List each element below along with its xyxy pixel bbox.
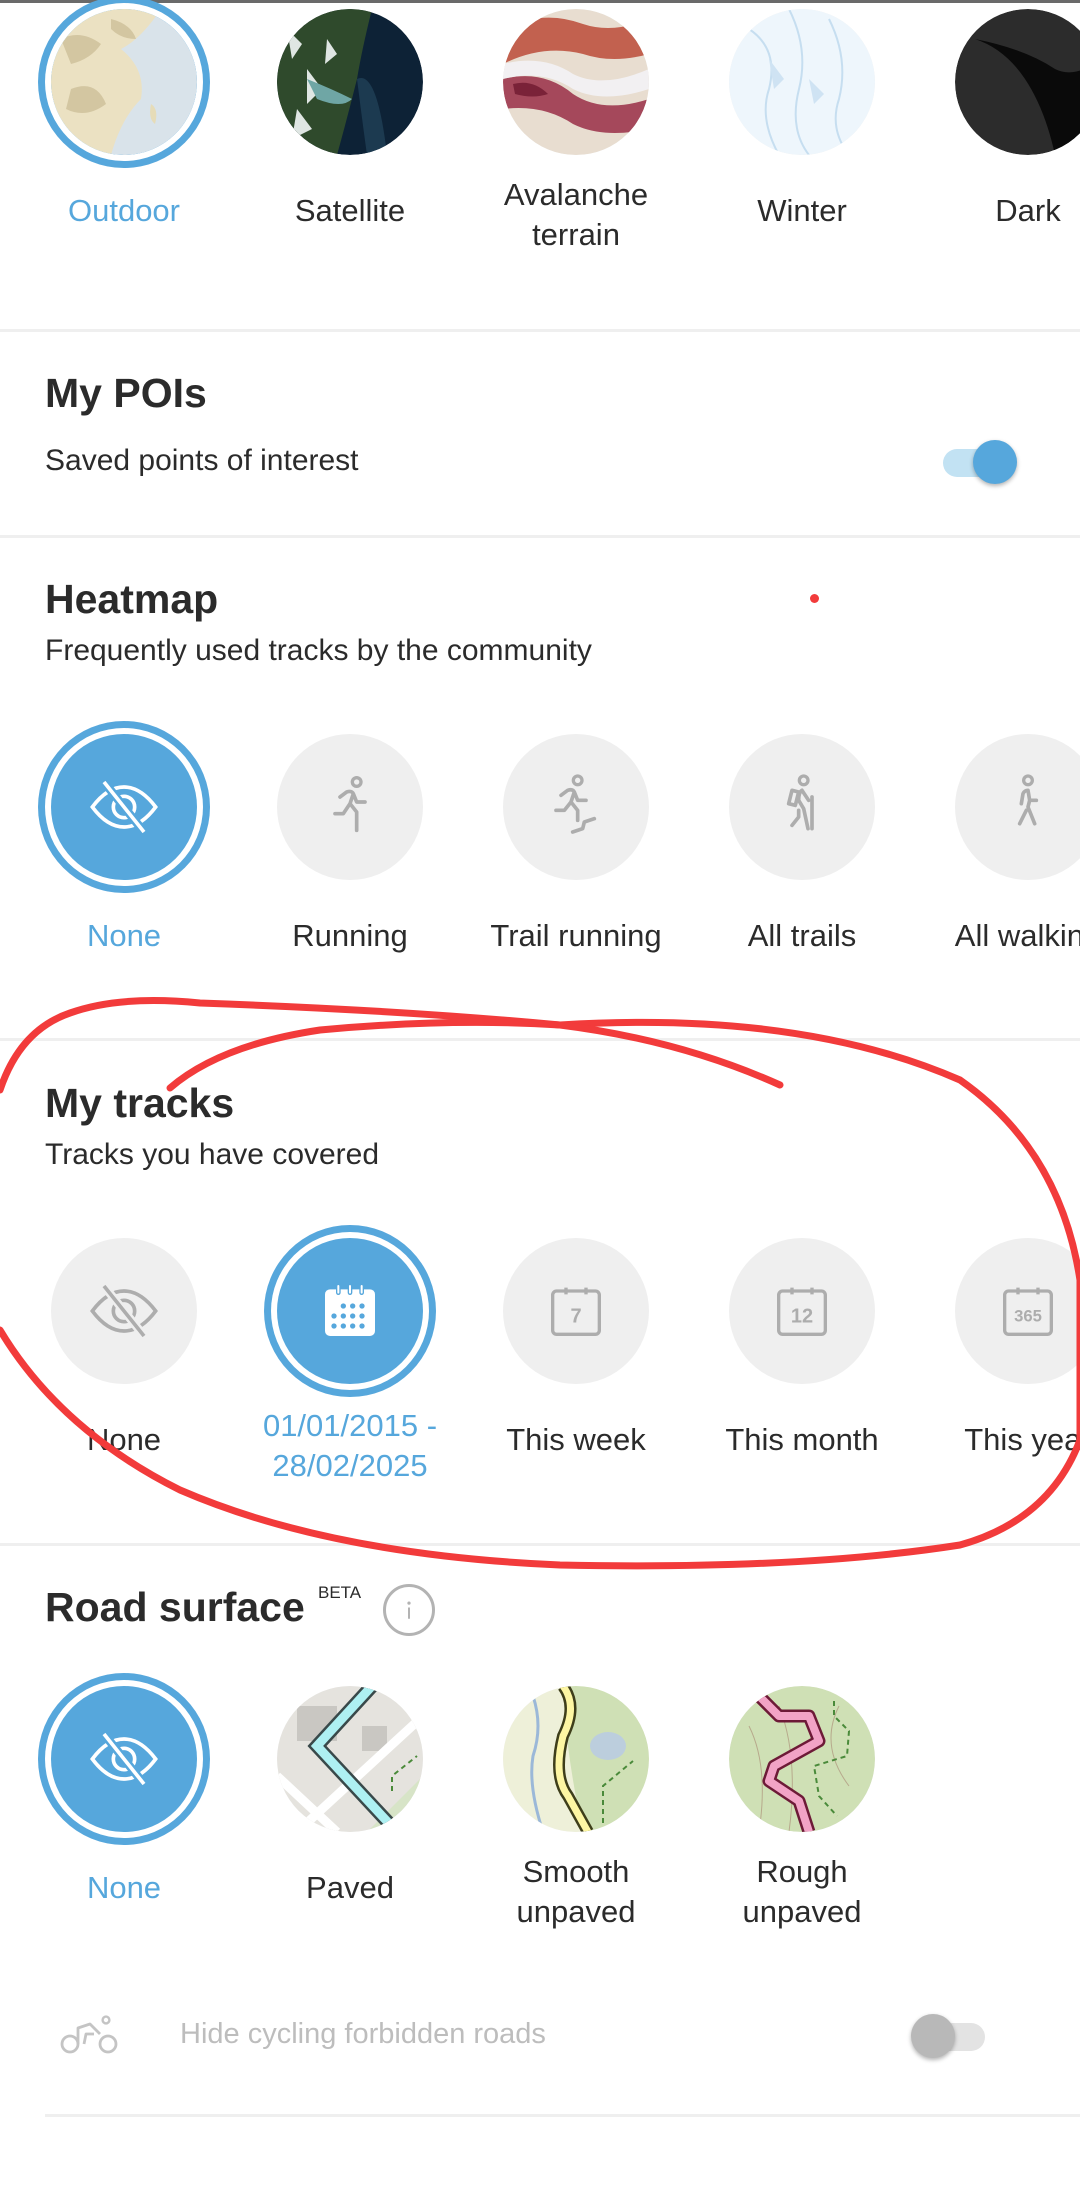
map-style-satellite[interactable]: Satellite xyxy=(237,9,463,231)
option-label: All walking xyxy=(954,918,1080,953)
option-label: 01/01/2015 - 28/02/2025 xyxy=(237,1406,463,1486)
my-tracks-option-none[interactable]: None xyxy=(11,1238,237,1460)
map-style-label: Dark xyxy=(995,193,1061,228)
eye-off-icon xyxy=(90,779,158,835)
map-style-outdoor[interactable]: Outdoor xyxy=(11,9,237,231)
map-style-label: Outdoor xyxy=(67,193,180,228)
trail-running-icon xyxy=(554,774,597,834)
map-style-winter[interactable]: Winter xyxy=(689,9,915,231)
outdoor-map-thumbnail xyxy=(51,9,197,155)
smooth-unpaved-map-thumbnail xyxy=(503,1686,649,1832)
hiking-icon xyxy=(786,774,814,831)
eye-off-icon xyxy=(90,1283,158,1339)
my-tracks-option-date-range[interactable]: 01/01/2015 - 28/02/2025 xyxy=(237,1238,463,1486)
map-style-label: Winter xyxy=(757,193,847,228)
toggle-thumb xyxy=(911,2014,955,2058)
my-tracks-option-this-year[interactable]: 365 This year xyxy=(915,1238,1080,1460)
divider xyxy=(0,329,1080,332)
option-label: Rough unpaved xyxy=(742,1854,862,1929)
option-label: This year xyxy=(964,1422,1080,1457)
my-tracks-option-this-week[interactable]: 7 This week xyxy=(463,1238,689,1460)
map-style-dark[interactable]: Dark xyxy=(915,9,1080,231)
paved-map-thumbnail xyxy=(277,1686,423,1832)
my-tracks-option-this-month[interactable]: 12 This month xyxy=(689,1238,915,1460)
divider xyxy=(0,1543,1080,1546)
calendar-badge: 12 xyxy=(791,1306,813,1328)
info-icon[interactable] xyxy=(383,1584,435,1636)
road-surface-option-smooth-unpaved[interactable]: Smooth unpaved xyxy=(463,1686,689,1932)
beta-badge: BETA xyxy=(318,1583,362,1602)
running-icon xyxy=(333,776,367,833)
option-label: None xyxy=(86,1870,162,1905)
section-subtitle: Frequently used tracks by the community xyxy=(45,634,592,667)
top-edge xyxy=(0,0,1080,3)
calendar-12-icon: 12 xyxy=(777,1287,827,1336)
map-style-label: Avalanche terrain xyxy=(503,177,649,252)
section-title: Heatmap xyxy=(45,576,219,622)
hide-cycling-forbidden-label: Hide cycling forbidden roads xyxy=(180,2018,546,2050)
calendar-365-icon: 365 xyxy=(1003,1287,1053,1336)
calendar-icon xyxy=(325,1283,375,1336)
heatmap-option-all-trails[interactable]: All trails xyxy=(689,734,915,956)
section-subtitle: Tracks you have covered xyxy=(45,1138,380,1171)
rough-unpaved-map-thumbnail xyxy=(729,1686,875,1832)
road-surface-option-rough-unpaved[interactable]: Rough unpaved xyxy=(689,1686,915,1932)
heatmap-option-running[interactable]: Running xyxy=(237,734,463,956)
option-label: This month xyxy=(725,1422,879,1457)
map-style-avalanche-terrain[interactable]: Avalanche terrain xyxy=(463,9,689,255)
option-label: None xyxy=(86,918,162,953)
my-pois-toggle[interactable] xyxy=(935,440,1017,484)
satellite-map-thumbnail xyxy=(277,9,423,155)
option-label: Running xyxy=(292,918,408,953)
winter-map-thumbnail xyxy=(729,9,875,155)
option-label: None xyxy=(86,1422,162,1457)
section-subtitle: Saved points of interest xyxy=(45,444,359,477)
section-title: My POIs xyxy=(45,370,207,416)
walking-icon xyxy=(1017,774,1039,826)
calendar-badge: 7 xyxy=(570,1306,581,1328)
section-title: My tracks xyxy=(45,1080,235,1126)
calendar-7-icon: 7 xyxy=(551,1287,601,1336)
road-surface-option-none[interactable]: None xyxy=(11,1686,237,1908)
hide-cycling-forbidden-toggle[interactable] xyxy=(911,2014,993,2058)
heatmap-option-none[interactable]: None xyxy=(11,734,237,956)
option-label: Trail running xyxy=(490,918,662,953)
divider xyxy=(0,535,1080,538)
heatmap-option-trail-running[interactable]: Trail running xyxy=(463,734,689,956)
option-label: All trails xyxy=(747,918,857,953)
road-surface-option-paved[interactable]: Paved xyxy=(237,1686,463,1908)
date-range-end: 28/02/2025 xyxy=(272,1448,428,1483)
map-style-label: Satellite xyxy=(294,193,406,228)
calendar-badge: 365 xyxy=(1014,1307,1042,1326)
date-range-start: 01/01/2015 - xyxy=(262,1408,438,1443)
option-label: This week xyxy=(506,1422,646,1457)
dark-map-thumbnail xyxy=(955,9,1080,155)
annotation-dot xyxy=(810,594,819,603)
divider xyxy=(45,2114,1080,2117)
option-label: Paved xyxy=(306,1870,394,1905)
avalanche-map-thumbnail xyxy=(503,9,649,155)
section-title: Road surface xyxy=(45,1584,305,1630)
divider xyxy=(0,1038,1080,1041)
bicycle-icon xyxy=(60,2015,118,2054)
eye-off-icon xyxy=(90,1731,158,1787)
heatmap-option-all-walking[interactable]: All walking xyxy=(915,734,1080,956)
option-label: Smooth unpaved xyxy=(516,1854,636,1929)
toggle-thumb xyxy=(973,440,1017,484)
